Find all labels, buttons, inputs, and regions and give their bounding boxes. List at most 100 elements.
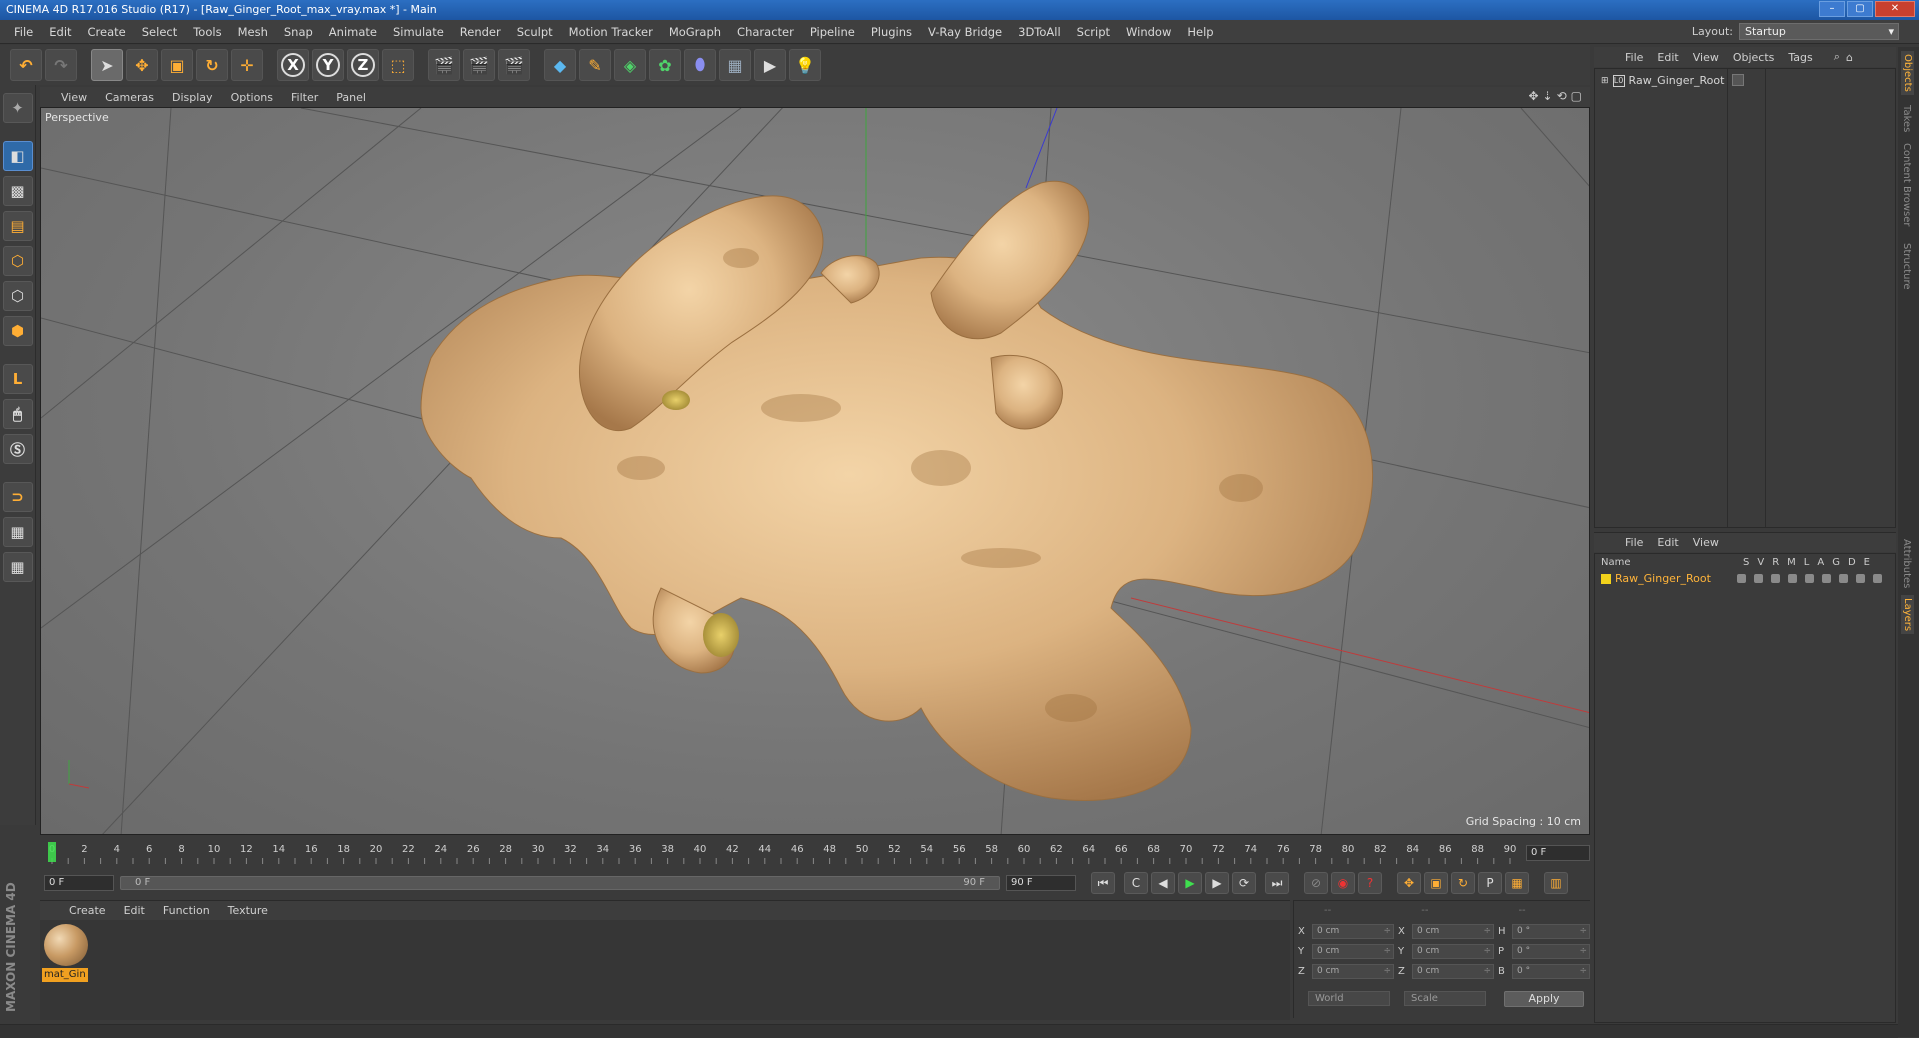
- record-parameter-button[interactable]: P: [1478, 872, 1502, 894]
- x-axis-lock-button[interactable]: X: [277, 49, 309, 81]
- rotate-tool-button[interactable]: ↻: [196, 49, 228, 81]
- menu-plugins[interactable]: Plugins: [863, 25, 920, 39]
- layer-menu-file[interactable]: File: [1618, 536, 1650, 549]
- object-menu-file[interactable]: File: [1618, 51, 1650, 64]
- size-z-field[interactable]: 0 cm: [1412, 963, 1494, 979]
- menu-3dtoall[interactable]: 3DToAll: [1010, 25, 1069, 39]
- layer-lock-toggle[interactable]: [1805, 574, 1814, 583]
- object-menu-view[interactable]: View: [1686, 51, 1726, 64]
- tab-objects[interactable]: Objects: [1901, 51, 1914, 95]
- layer-deformers-toggle[interactable]: [1856, 574, 1865, 583]
- record-position-button[interactable]: ✥: [1397, 872, 1421, 894]
- material-menu-function[interactable]: Function: [154, 904, 219, 917]
- pan-icon[interactable]: ✥: [1528, 89, 1538, 103]
- cube-primitive-button[interactable]: ◆: [544, 49, 576, 81]
- layer-view-toggle[interactable]: [1754, 574, 1763, 583]
- menu-script[interactable]: Script: [1069, 25, 1118, 39]
- menu-motion-tracker[interactable]: Motion Tracker: [561, 25, 661, 39]
- minimize-button[interactable]: –: [1819, 1, 1845, 17]
- menu-mesh[interactable]: Mesh: [230, 25, 276, 39]
- menu-vray-bridge[interactable]: V-Ray Bridge: [920, 25, 1010, 39]
- preview-range-slider[interactable]: 0 F 90 F: [120, 876, 1000, 890]
- menu-window[interactable]: Window: [1118, 25, 1179, 39]
- record-point-level-button[interactable]: ▦: [1505, 872, 1529, 894]
- menu-animate[interactable]: Animate: [321, 25, 385, 39]
- menu-snap[interactable]: Snap: [276, 25, 321, 39]
- make-editable-button[interactable]: ✦: [2, 93, 33, 123]
- polygons-mode-button[interactable]: ⬢: [2, 316, 33, 346]
- render-picture-viewer-button[interactable]: 🎬: [463, 49, 495, 81]
- subdivision-surface-button[interactable]: ◈: [614, 49, 646, 81]
- maximize-view-icon[interactable]: ▢: [1571, 89, 1582, 103]
- rotation-b-field[interactable]: 0 °: [1512, 963, 1590, 979]
- layer-animation-toggle[interactable]: [1822, 574, 1831, 583]
- menu-simulate[interactable]: Simulate: [385, 25, 452, 39]
- previous-keyframe-button[interactable]: C: [1124, 872, 1148, 894]
- expand-icon[interactable]: ⊞: [1601, 76, 1609, 86]
- layer-render-toggle[interactable]: [1771, 574, 1780, 583]
- axis-mode-button[interactable]: L: [2, 364, 33, 394]
- previous-frame-button[interactable]: ◀: [1151, 872, 1175, 894]
- size-x-field[interactable]: 0 cm: [1412, 923, 1494, 939]
- menu-pipeline[interactable]: Pipeline: [802, 25, 863, 39]
- layer-menu-view[interactable]: View: [1686, 536, 1726, 549]
- layer-expressions-toggle[interactable]: [1873, 574, 1882, 583]
- orbit-icon[interactable]: ⟲: [1557, 89, 1567, 103]
- coordinate-system-button[interactable]: ⬚: [382, 49, 414, 81]
- planar-workplane-button[interactable]: ▦: [2, 552, 33, 582]
- position-x-field[interactable]: 0 cm: [1312, 923, 1394, 939]
- viewport-menu-view[interactable]: View: [52, 91, 96, 104]
- viewport-menu-options[interactable]: Options: [222, 91, 282, 104]
- record-scale-button[interactable]: ▣: [1424, 872, 1448, 894]
- coordinate-space-dropdown[interactable]: World: [1308, 991, 1390, 1006]
- snap-button[interactable]: Ⓢ: [2, 434, 33, 464]
- material-preview-sphere[interactable]: [44, 924, 88, 966]
- camera-button[interactable]: ▶: [754, 49, 786, 81]
- render-view-button[interactable]: 🎬: [428, 49, 460, 81]
- layout-dropdown[interactable]: Startup: [1739, 23, 1899, 40]
- menu-render[interactable]: Render: [452, 25, 509, 39]
- menu-help[interactable]: Help: [1179, 25, 1221, 39]
- recent-tool-button[interactable]: ✛: [231, 49, 263, 81]
- record-active-objects-button[interactable]: ◉: [1331, 872, 1355, 894]
- light-button[interactable]: 💡: [789, 49, 821, 81]
- timeline-playhead[interactable]: [48, 842, 56, 862]
- dolly-icon[interactable]: ⇣: [1543, 89, 1553, 103]
- material-name-label[interactable]: mat_Gin: [42, 968, 88, 982]
- maximize-button[interactable]: ▢: [1847, 1, 1873, 17]
- timeline-ruler[interactable]: 0246810121416182022242628303234363840424…: [40, 840, 1590, 866]
- object-edit-icon[interactable]: [1732, 74, 1744, 86]
- layer-manager-toggle[interactable]: [1788, 574, 1797, 583]
- tab-structure[interactable]: Structure: [1901, 243, 1912, 290]
- start-frame-field[interactable]: 0 F: [44, 875, 114, 891]
- z-axis-lock-button[interactable]: Z: [347, 49, 379, 81]
- go-to-end-button[interactable]: ⏭: [1265, 872, 1289, 894]
- live-selection-button[interactable]: ➤: [91, 49, 123, 81]
- object-menu-objects[interactable]: Objects: [1726, 51, 1782, 64]
- object-search-icon[interactable]: ⌕: [1834, 50, 1840, 64]
- viewport-menu-panel[interactable]: Panel: [327, 91, 375, 104]
- layer-menu-edit[interactable]: Edit: [1650, 536, 1685, 549]
- object-home-icon[interactable]: ⌂: [1846, 51, 1853, 64]
- floor-button[interactable]: ▦: [719, 49, 751, 81]
- tab-attributes[interactable]: Attributes: [1901, 539, 1912, 588]
- menu-create[interactable]: Create: [80, 25, 134, 39]
- position-z-field[interactable]: 0 cm: [1312, 963, 1394, 979]
- play-button[interactable]: ▶: [1178, 872, 1202, 894]
- apply-button[interactable]: Apply: [1504, 991, 1584, 1007]
- layer-row-raw-ginger-root[interactable]: Raw_Ginger_Root: [1601, 572, 1711, 585]
- object-menu-edit[interactable]: Edit: [1650, 51, 1685, 64]
- material-menu-create[interactable]: Create: [60, 904, 115, 917]
- next-frame-button[interactable]: ▶: [1205, 872, 1229, 894]
- menu-file[interactable]: File: [6, 25, 41, 39]
- model-mode-button[interactable]: ◧: [2, 141, 33, 171]
- current-frame-field[interactable]: 0 F: [1526, 845, 1590, 861]
- viewport-menu-display[interactable]: Display: [163, 91, 222, 104]
- viewport-menu-cameras[interactable]: Cameras: [96, 91, 163, 104]
- object-menu-tags[interactable]: Tags: [1781, 51, 1819, 64]
- rotation-h-field[interactable]: 0 °: [1512, 923, 1590, 939]
- pen-spline-button[interactable]: ✎: [579, 49, 611, 81]
- array-generator-button[interactable]: ✿: [649, 49, 681, 81]
- layer-generators-toggle[interactable]: [1839, 574, 1848, 583]
- record-rotation-button[interactable]: ↻: [1451, 872, 1475, 894]
